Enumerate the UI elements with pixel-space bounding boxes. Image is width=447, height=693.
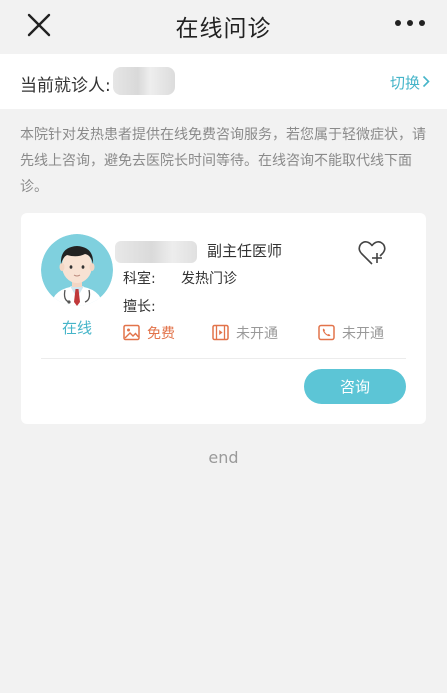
- current-patient-row: 当前就诊人: 切换: [0, 54, 447, 109]
- current-patient-label: 当前就诊人:: [20, 76, 111, 96]
- doctor-card[interactable]: 在线 副主任医师 科室: 发热门诊 擅长: 免费 未开通 未开通 咨询: [21, 213, 426, 424]
- department-value: 发热门诊: [181, 271, 237, 287]
- video-consult-label: 未开通: [236, 326, 278, 342]
- consult-button[interactable]: 咨询: [304, 369, 406, 404]
- online-status: 在线: [61, 319, 92, 337]
- doctor-name-redacted: [115, 241, 197, 263]
- phone-icon: [318, 324, 335, 341]
- patient-name-redacted: [113, 67, 175, 95]
- doctor-avatar: [41, 234, 113, 306]
- end-of-list-text: end: [208, 448, 239, 467]
- image-consult-label: 免费: [147, 326, 175, 342]
- specialty-label: 擅长:: [123, 299, 156, 315]
- switch-patient-link[interactable]: 切换: [390, 72, 430, 93]
- department-label: 科室:: [123, 271, 156, 287]
- divider: [41, 358, 406, 359]
- video-icon: [212, 324, 229, 341]
- heart-plus-icon[interactable]: [357, 239, 387, 267]
- chevron-right-icon: [422, 74, 430, 92]
- image-icon: [123, 324, 140, 341]
- phone-consult-label: 未开通: [342, 326, 384, 342]
- doctor-title: 副主任医师: [207, 242, 283, 260]
- switch-label: 切换: [389, 74, 420, 92]
- nav-bar: 在线问诊: [0, 0, 447, 52]
- page-title: 在线问诊: [175, 16, 272, 42]
- notice-text: 本院针对发热患者提供在线免费咨询服务，若您属于轻微症状，请先线上咨询，避免去医院…: [20, 127, 426, 195]
- more-icon[interactable]: [393, 16, 427, 30]
